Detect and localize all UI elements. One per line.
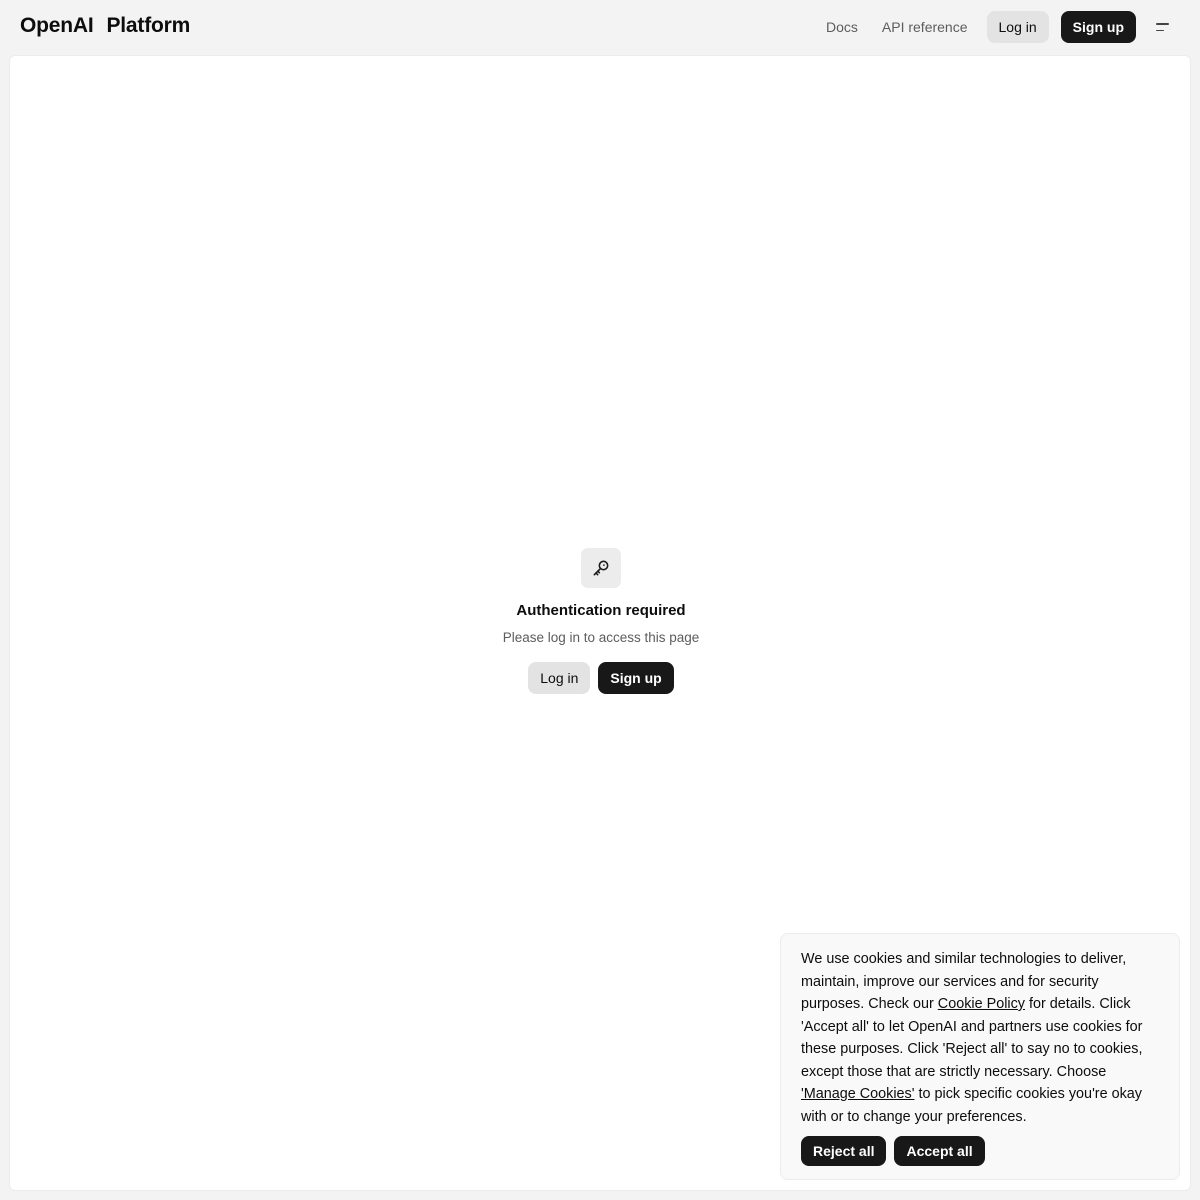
cookie-policy-link[interactable]: Cookie Policy	[938, 996, 1025, 1012]
signup-button[interactable]: Sign up	[598, 662, 674, 694]
login-button[interactable]: Log in	[528, 662, 591, 694]
cookie-actions: Reject all Accept all	[801, 1136, 1159, 1166]
top-header: OpenAI Platform Docs API reference Log i…	[0, 0, 1200, 55]
menu-icon-bar	[1156, 22, 1169, 25]
header-nav: Docs API reference Log in Sign up	[814, 11, 1180, 43]
cookie-text: We use cookies and similar technologies …	[801, 948, 1159, 1128]
api-reference-link[interactable]: API reference	[870, 11, 980, 43]
auth-title: Authentication required	[516, 602, 686, 619]
reject-all-button[interactable]: Reject all	[801, 1136, 887, 1166]
brand-openai: OpenAI	[20, 14, 94, 37]
menu-icon-bar	[1156, 29, 1164, 32]
auth-required-panel: Authentication required Please log in to…	[10, 548, 1192, 694]
auth-subtitle: Please log in to access this page	[502, 630, 700, 645]
accept-all-button[interactable]: Accept all	[894, 1136, 985, 1166]
manage-cookies-link[interactable]: 'Manage Cookies'	[801, 1086, 915, 1102]
menu-icon[interactable]	[1156, 11, 1180, 43]
docs-link[interactable]: Docs	[814, 11, 870, 43]
brand-logo[interactable]: OpenAI Platform	[20, 14, 190, 38]
key-icon	[581, 548, 621, 588]
cookie-banner: We use cookies and similar technologies …	[780, 933, 1180, 1180]
header-login-button[interactable]: Log in	[986, 11, 1049, 43]
auth-actions: Log in Sign up	[528, 662, 674, 694]
brand-platform: Platform	[106, 14, 191, 37]
header-signup-button[interactable]: Sign up	[1060, 11, 1136, 43]
